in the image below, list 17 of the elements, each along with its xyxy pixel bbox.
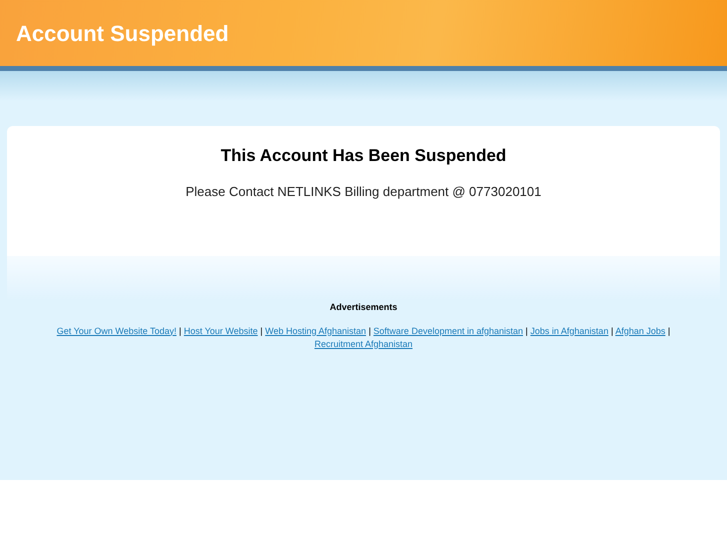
ad-link[interactable]: Software Development in afghanistan bbox=[373, 326, 524, 336]
notice-heading: This Account Has Been Suspended bbox=[220, 145, 506, 167]
link-separator: | bbox=[526, 326, 528, 336]
link-separator: | bbox=[610, 326, 614, 336]
link-separator: | bbox=[260, 326, 263, 336]
ads-heading: Advertisements bbox=[328, 301, 398, 314]
link-separator: | bbox=[668, 326, 670, 336]
ad-link[interactable]: Get Your Own Website Today! bbox=[56, 326, 176, 336]
page-title: Account Suspended bbox=[16, 20, 229, 48]
ad-link[interactable]: Recruitment Afghanistan bbox=[314, 338, 413, 348]
notice-message: Please Contact NETLINKS Billing department @ 0773020101 bbox=[186, 182, 542, 201]
link-separator: | bbox=[368, 326, 371, 336]
ad-link[interactable]: Jobs in Afghanistan bbox=[530, 326, 608, 336]
ad-link[interactable]: Afghan Jobs bbox=[615, 326, 666, 336]
ad-link[interactable]: Host Your Website bbox=[184, 326, 258, 336]
ad-link[interactable]: Web Hosting Afghanistan bbox=[265, 326, 366, 336]
link-separator: | bbox=[179, 326, 182, 336]
